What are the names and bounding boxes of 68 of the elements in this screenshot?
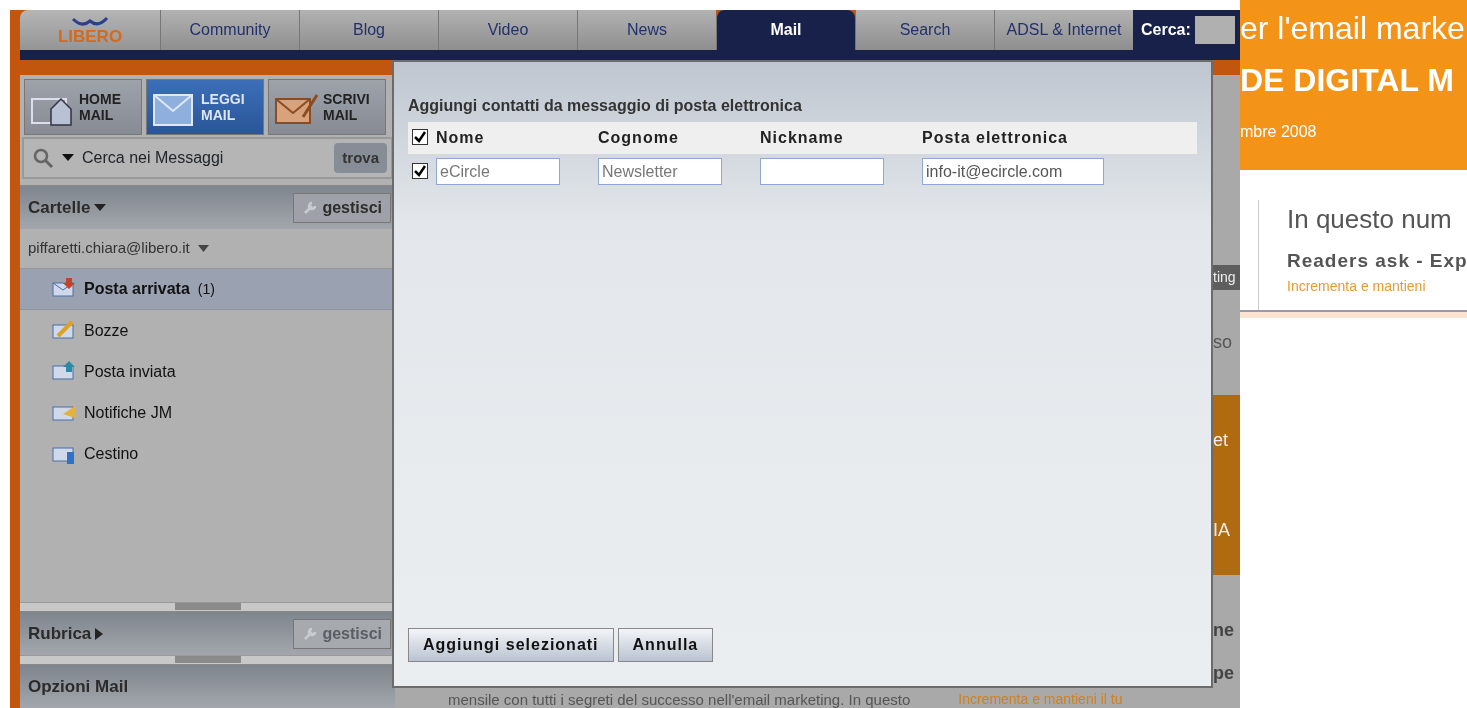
nav-tab[interactable]: Blog <box>299 10 438 50</box>
search-icon <box>32 147 54 169</box>
checkbox[interactable] <box>412 162 428 179</box>
message-search-field[interactable]: Cerca nei Messaggi <box>82 146 327 170</box>
nav-tab[interactable]: Mail <box>716 10 855 50</box>
folders-title: Cartelle <box>28 196 91 219</box>
nav-tab[interactable]: ADSL & Internet <box>994 10 1133 50</box>
headline: er l'email marke <box>1240 9 1466 48</box>
caret-right-icon <box>95 627 104 640</box>
caret-down-icon <box>62 154 74 162</box>
text-fragment: et <box>1213 428 1228 452</box>
nav-tab[interactable]: Video <box>438 10 577 50</box>
caret-down-icon <box>197 244 209 253</box>
folder-item[interactable]: Notifiche JM <box>20 392 395 433</box>
splitter-handle[interactable] <box>174 603 241 610</box>
nav-tab[interactable]: Search <box>855 10 994 50</box>
options-title[interactable]: Opzioni Mail <box>28 673 129 700</box>
splitter-handle[interactable] <box>174 656 241 663</box>
text-field[interactable]: info-it@ecircle.com <box>922 158 1104 185</box>
mail-nav-button[interactable]: LEGGI MAIL <box>146 79 264 135</box>
logo-icon <box>70 15 110 28</box>
search-label: Cerca: <box>1141 20 1191 40</box>
text-fragment: ne <box>1213 618 1234 642</box>
search-field[interactable] <box>1194 16 1235 44</box>
text-fragment: ting <box>1213 268 1236 287</box>
checkbox[interactable] <box>412 129 428 145</box>
cancel-button[interactable]: Annulla <box>617 628 714 662</box>
envelope-arrow-icon <box>52 360 76 383</box>
check-icon <box>414 164 426 177</box>
check-icon <box>414 131 426 143</box>
manage-button[interactable]: gestisci <box>293 192 391 223</box>
nav-tab[interactable]: News <box>577 10 716 50</box>
body-text: mensile con tutti i segreti del successo nell'email marketing. In questo <box>448 691 911 708</box>
mail-nav-button[interactable]: HOME MAIL <box>24 79 142 135</box>
find-button[interactable]: trova <box>334 142 387 174</box>
address-book-title: Rubrica <box>28 622 92 645</box>
dialog-title: Aggiungi contatti da messaggio di posta elettronica <box>408 96 803 116</box>
address-book-toggle[interactable]: Rubrica <box>28 620 104 647</box>
article-title: Readers ask - Exp <box>1287 249 1467 273</box>
folder-item[interactable]: Bozze <box>20 310 395 351</box>
section-title: In questo num <box>1287 203 1453 236</box>
envelope-pencil-icon <box>52 319 76 342</box>
wrench-icon <box>302 199 319 216</box>
text-field[interactable]: Newsletter <box>598 158 722 185</box>
column-header: Posta elettronica <box>922 128 1069 148</box>
issue-date: mbre 2008 <box>1240 122 1318 142</box>
unread-count: (1) <box>197 279 215 299</box>
column-header: Cognome <box>598 128 680 148</box>
folders-toggle[interactable]: Cartelle <box>28 194 107 221</box>
logo-text: LIBERO <box>57 27 123 45</box>
column-header: Nome <box>436 128 486 148</box>
add-selected-button[interactable]: Aggiungi selezionati <box>408 628 614 662</box>
column-header: Nickname <box>760 128 845 148</box>
folder-item[interactable]: Cestino <box>20 433 395 474</box>
envelope-arrow-icon <box>52 278 76 300</box>
text-field[interactable]: eCircle <box>436 158 560 185</box>
wrench-icon <box>302 625 319 642</box>
text-fragment: IA <box>1213 518 1230 542</box>
folder-item[interactable]: Posta inviata <box>20 351 395 392</box>
text-fragment: so <box>1213 331 1232 354</box>
text-fragment: pe <box>1213 662 1234 685</box>
caret-down-icon <box>94 203 107 212</box>
text-field[interactable] <box>760 158 884 185</box>
folder-item[interactable]: Posta arrivata (1) <box>20 269 395 310</box>
account-name[interactable]: piffaretti.chiara@libero.it <box>28 237 190 260</box>
mail-nav-button[interactable]: SCRIVI MAIL <box>268 79 386 135</box>
nav-tab[interactable]: Community <box>160 10 299 50</box>
banner-title: DE DIGITAL M <box>1240 61 1455 100</box>
